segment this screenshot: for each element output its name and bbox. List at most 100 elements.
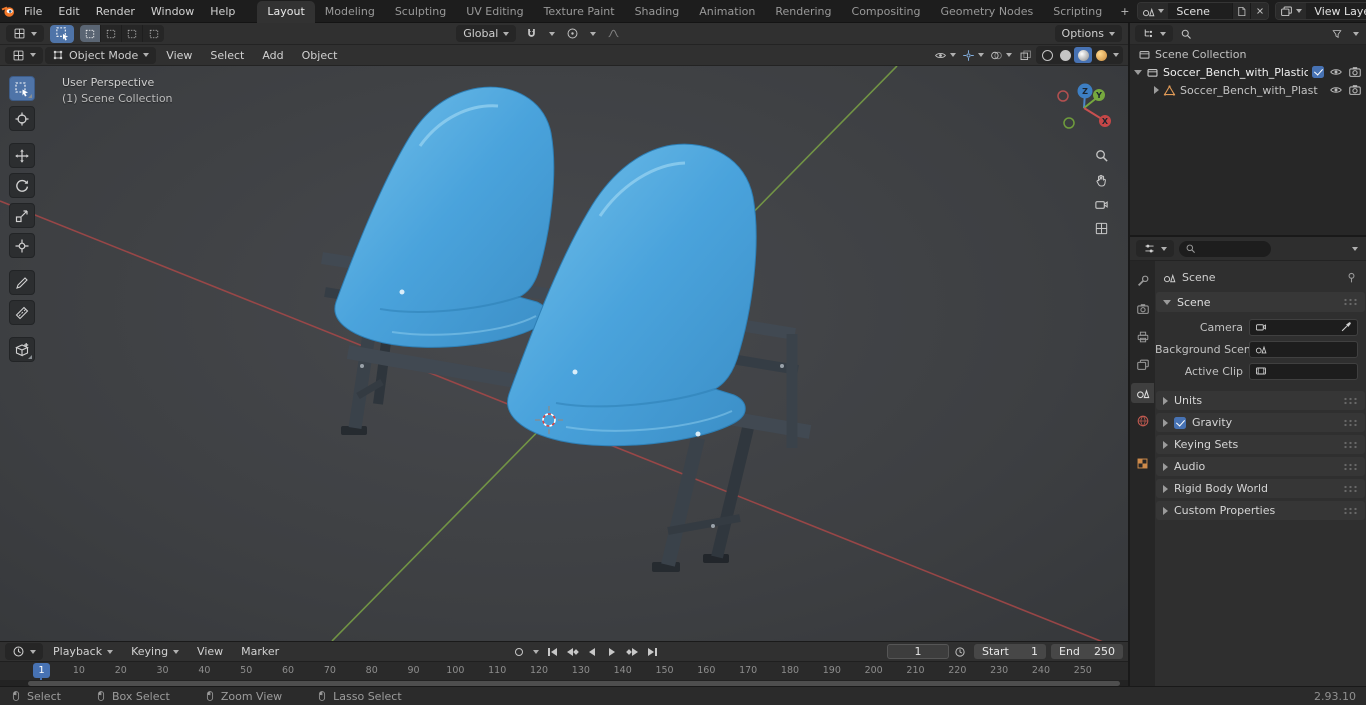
end-frame-field[interactable]: End 250 — [1051, 644, 1123, 659]
disable-in-render-toggle[interactable] — [1348, 65, 1362, 79]
prev-keyframe-button[interactable] — [563, 644, 581, 659]
menu-window[interactable]: Window — [143, 1, 202, 22]
menu-playback[interactable]: Playback — [45, 645, 121, 658]
panel-grip[interactable] — [1343, 396, 1358, 405]
scene-new-button[interactable] — [1232, 3, 1251, 19]
menu-view-timeline[interactable]: View — [189, 641, 231, 662]
panel-custom-properties[interactable]: Custom Properties — [1156, 501, 1365, 520]
axis-neg-x-ball[interactable] — [1057, 90, 1069, 102]
scene-name[interactable]: Scene — [1168, 5, 1232, 18]
panel-audio[interactable]: Audio — [1156, 457, 1365, 476]
mode-dropdown[interactable]: Object Mode — [45, 46, 157, 64]
axis-neg-y-ball[interactable] — [1063, 117, 1075, 129]
shading-solid-button[interactable] — [1056, 47, 1074, 63]
menu-marker[interactable]: Marker — [233, 641, 287, 662]
properties-editor-type-button[interactable] — [1136, 240, 1174, 257]
auto-keying-toggle[interactable] — [510, 643, 528, 660]
tab-object[interactable] — [1131, 453, 1154, 473]
tab-tool[interactable] — [1131, 271, 1154, 291]
background-scene-field[interactable] — [1249, 340, 1358, 358]
select-mode-subtract-button[interactable] — [122, 25, 143, 42]
collection-checkbox[interactable] — [1312, 66, 1324, 78]
tool-move[interactable] — [9, 143, 35, 168]
tool-add-cube[interactable] — [9, 337, 35, 362]
scene-browse-button[interactable] — [1138, 3, 1169, 19]
next-keyframe-button[interactable] — [623, 644, 641, 659]
keying-options-button[interactable] — [530, 643, 541, 660]
view-layer-name[interactable]: View Layer — [1306, 5, 1366, 18]
tool-cursor[interactable] — [9, 106, 35, 131]
proportional-editing-toggle[interactable] — [563, 25, 581, 42]
panel-grip[interactable] — [1343, 484, 1358, 493]
view-layer-browse-button[interactable] — [1276, 3, 1307, 19]
current-frame-field[interactable]: 1 — [887, 644, 949, 659]
shading-rendered-button[interactable] — [1092, 47, 1110, 63]
workspace-tab-compositing[interactable]: Compositing — [842, 1, 931, 23]
object-visibility-dropdown[interactable] — [932, 47, 958, 64]
start-frame-field[interactable]: Start 1 — [974, 644, 1046, 659]
play-reverse-button[interactable] — [583, 644, 601, 659]
panel-grip[interactable] — [1343, 298, 1358, 306]
panel-rigid-body-world[interactable]: Rigid Body World — [1156, 479, 1365, 498]
panel-grip[interactable] — [1343, 506, 1358, 515]
zoom-view-icon[interactable] — [1090, 144, 1112, 166]
viewport-3d[interactable]: User Perspective (1) Scene Collection Z … — [0, 66, 1128, 641]
tab-scene[interactable] — [1131, 383, 1154, 403]
tab-world[interactable] — [1131, 411, 1154, 431]
select-mode-intersect-button[interactable] — [143, 25, 164, 42]
panel-units[interactable]: Units — [1156, 391, 1365, 410]
workspace-tab-rendering[interactable]: Rendering — [765, 1, 841, 23]
workspace-tab-layout[interactable]: Layout — [257, 0, 315, 23]
transform-orientation-dropdown[interactable]: Global — [456, 25, 517, 42]
panel-grip[interactable] — [1343, 418, 1358, 427]
proportional-options-button[interactable] — [587, 25, 598, 42]
collapse-icon[interactable] — [1154, 86, 1159, 94]
panel-gravity[interactable]: Gravity — [1156, 413, 1365, 432]
preview-range-toggle[interactable] — [951, 643, 969, 660]
show-overlays-toggle[interactable] — [988, 47, 1014, 64]
workspace-tab-sculpting[interactable]: Sculpting — [385, 1, 456, 23]
snap-toggle[interactable] — [522, 25, 540, 42]
pin-icon[interactable] — [1345, 271, 1358, 284]
panel-grip[interactable] — [1343, 440, 1358, 449]
expand-icon[interactable] — [1134, 69, 1142, 75]
tool-transform[interactable] — [9, 233, 35, 258]
workspace-tab-modeling[interactable]: Modeling — [315, 1, 385, 23]
tool-scale[interactable] — [9, 203, 35, 228]
tab-view-layer[interactable] — [1131, 355, 1154, 375]
scene-unlink-button[interactable] — [1250, 3, 1269, 19]
camera-field[interactable] — [1249, 318, 1358, 336]
tool-annotate[interactable] — [9, 270, 35, 295]
panel-grip[interactable] — [1343, 462, 1358, 471]
falloff-icon[interactable] — [604, 25, 622, 42]
workspace-tab-scripting[interactable]: Scripting — [1043, 1, 1112, 23]
show-gizmo-toggle[interactable] — [960, 47, 986, 64]
active-tool-button[interactable] — [50, 24, 74, 43]
outliner-row-collection[interactable]: Soccer_Bench_with_Plastic_Sc — [1130, 63, 1366, 81]
add-workspace-button[interactable]: + — [1112, 1, 1137, 23]
navigation-gizmo[interactable]: Z Y X — [1054, 78, 1114, 138]
menu-add-3d[interactable]: Add — [254, 45, 291, 66]
tab-render[interactable] — [1131, 299, 1154, 319]
shading-options-button[interactable] — [1110, 47, 1121, 64]
chair-left[interactable] — [334, 86, 555, 348]
outliner-row-object[interactable]: Soccer_Bench_with_Plast — [1130, 81, 1366, 99]
gravity-checkbox[interactable] — [1174, 416, 1186, 429]
tool-select-box[interactable] — [9, 76, 35, 101]
play-button[interactable] — [603, 644, 621, 659]
workspace-tab-shading[interactable]: Shading — [625, 1, 690, 23]
menu-file[interactable]: File — [16, 1, 50, 22]
outliner-filter-caret[interactable] — [1350, 25, 1361, 42]
properties-search-input[interactable] — [1179, 240, 1271, 257]
workspace-tab-uv-editing[interactable]: UV Editing — [456, 1, 533, 23]
tool-rotate[interactable] — [9, 173, 35, 198]
menu-object-3d[interactable]: Object — [294, 45, 346, 66]
jump-to-start-button[interactable] — [543, 644, 561, 659]
menu-edit[interactable]: Edit — [50, 1, 87, 22]
outliner-editor-type-button[interactable] — [1135, 25, 1173, 42]
panel-keying-sets[interactable]: Keying Sets — [1156, 435, 1365, 454]
select-mode-new-button[interactable] — [80, 25, 101, 42]
menu-view-3d[interactable]: View — [158, 45, 200, 66]
tool-measure[interactable] — [9, 300, 35, 325]
menu-render[interactable]: Render — [88, 1, 143, 22]
